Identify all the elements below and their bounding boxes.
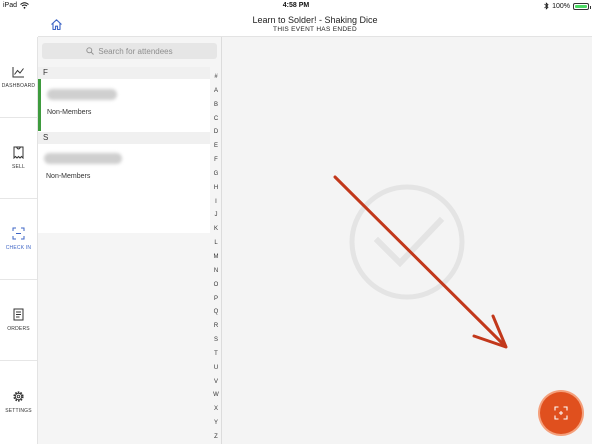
redacted-name [44, 153, 122, 164]
status-bar: iPad 4:58 PM 100% [0, 0, 592, 12]
nav-label: ORDERS [7, 326, 30, 332]
event-header: Learn to Solder! - Shaking Dice THIS EVE… [38, 12, 592, 37]
search-icon [86, 47, 95, 55]
alphabet-index-letter[interactable]: D [210, 126, 222, 140]
scan-frame-icon [554, 406, 568, 420]
alphabet-index-letter[interactable]: T [210, 348, 222, 362]
section-header-f: F [38, 67, 210, 79]
scan-frame-icon [12, 227, 25, 240]
alphabet-index-letter[interactable]: A [210, 85, 222, 99]
alphabet-index-letter[interactable]: L [210, 237, 222, 251]
alphabet-index-letter[interactable]: E [210, 140, 222, 154]
alphabet-index-letter[interactable]: Z [210, 431, 222, 444]
alphabet-index-letter[interactable]: # [210, 71, 222, 85]
status-time: 4:58 PM [282, 2, 310, 9]
alphabet-index-letter[interactable]: K [210, 223, 222, 237]
document-icon [13, 308, 24, 321]
attendee-member-type: Non-Members [46, 173, 91, 180]
attendee-row[interactable]: Non-Members [38, 79, 210, 131]
nav-check-in[interactable]: CHECK IN [0, 199, 37, 280]
nav-orders[interactable]: ORDERS [0, 280, 37, 361]
alphabet-index-letter[interactable]: Y [210, 417, 222, 431]
alphabet-index-letter[interactable]: P [210, 293, 222, 307]
alphabet-index-letter[interactable]: F [210, 154, 222, 168]
redacted-name [47, 89, 117, 100]
gear-icon [13, 390, 24, 402]
alphabet-index-letter[interactable]: C [210, 113, 222, 127]
search-input[interactable]: Search for attendees [42, 43, 217, 59]
alphabet-index-letter[interactable]: X [210, 403, 222, 417]
alphabet-index-letter[interactable]: R [210, 320, 222, 334]
check-in-area [222, 37, 592, 444]
attendee-row[interactable]: Non-Members [38, 144, 210, 192]
nav-label: DASHBOARD [1, 82, 36, 89]
chart-line-icon [12, 66, 24, 77]
alphabet-index-letter[interactable]: N [210, 265, 222, 279]
nav-label: SETTINGS [5, 407, 32, 414]
scan-button[interactable] [540, 392, 582, 434]
battery-icon [573, 2, 591, 10]
side-nav: DASHBOARD SELL CHECK IN ORDERS SETTINGS [0, 37, 38, 444]
event-status: THIS EVENT HAS ENDED [273, 26, 357, 33]
alphabet-index-letter[interactable]: O [210, 279, 222, 293]
nav-label: SELL [11, 164, 26, 170]
alphabet-index-letter[interactable]: M [210, 251, 222, 265]
status-right: 100% [544, 2, 591, 10]
battery-fill [575, 4, 587, 8]
check-circle-icon [349, 184, 465, 300]
attendee-list-pane: Search for attendees F Non-Members S Non… [38, 37, 222, 444]
alphabet-index-letter[interactable]: B [210, 99, 222, 113]
nav-dashboard[interactable]: DASHBOARD [0, 37, 37, 118]
alphabet-index-letter[interactable]: U [210, 362, 222, 376]
battery-percent: 100% [552, 2, 570, 10]
nav-settings[interactable]: SETTINGS [0, 361, 37, 442]
bluetooth-icon [544, 2, 549, 10]
alphabet-index-letter[interactable]: Q [210, 306, 222, 320]
nav-sell[interactable]: SELL [0, 118, 37, 199]
alphabet-index-letter[interactable]: G [210, 168, 222, 182]
search-placeholder: Search for attendees [98, 46, 173, 56]
alphabet-index-letter[interactable]: W [210, 389, 222, 403]
section-header-s: S [38, 132, 210, 144]
nav-label: CHECK IN [5, 245, 32, 251]
alphabet-index[interactable]: # A B C D E F G H I J K L M N O P Q R S T U V W X Y Z [210, 71, 222, 444]
attendee-list: F Non-Members S Non-Members [38, 67, 210, 233]
event-title: Learn to Solder! - Shaking Dice [252, 15, 378, 25]
ticket-icon [13, 146, 24, 159]
alphabet-index-letter[interactable]: J [210, 209, 222, 223]
alphabet-index-letter[interactable]: H [210, 182, 222, 196]
alphabet-index-letter[interactable]: V [210, 376, 222, 390]
attendee-member-type: Non-Members [47, 109, 92, 116]
alphabet-index-letter[interactable]: I [210, 196, 222, 210]
alphabet-index-letter[interactable]: S [210, 334, 222, 348]
